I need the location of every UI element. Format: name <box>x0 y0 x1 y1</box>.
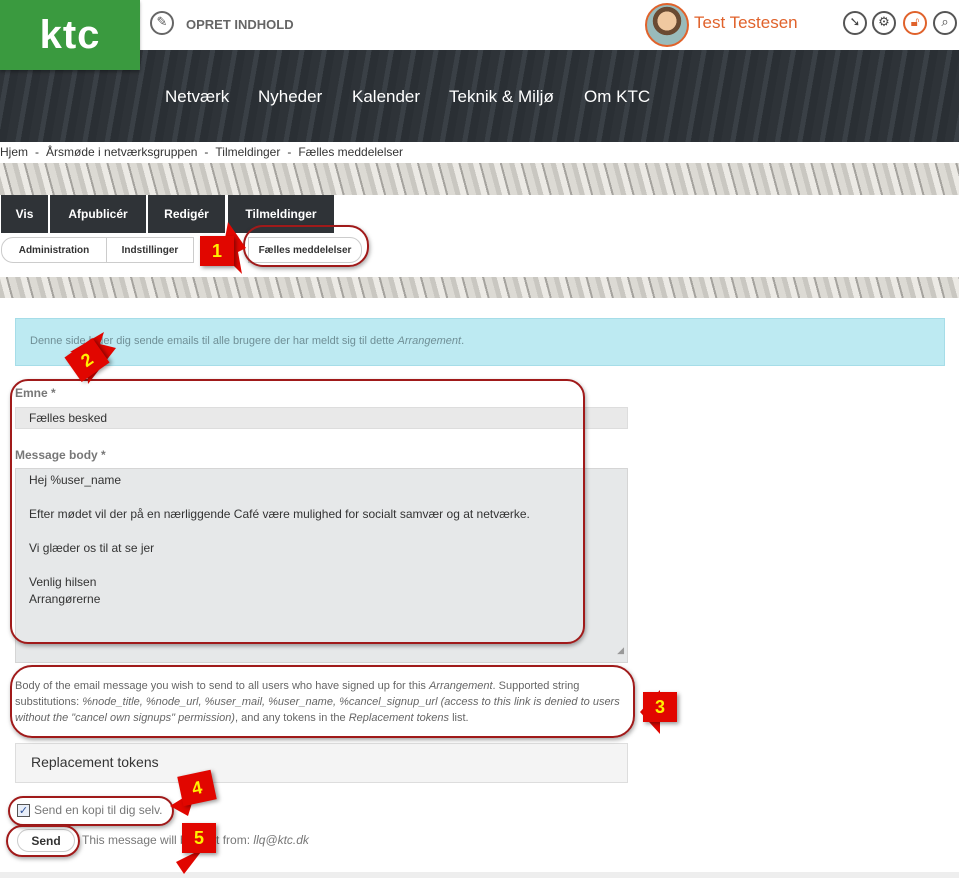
ktc-logo[interactable]: ktc <box>0 0 140 70</box>
annotation-badge-3: 3 <box>643 692 677 722</box>
annotation-badge-5: 5 <box>182 823 216 853</box>
annotation-arrows <box>70 222 660 874</box>
annotation-badge-1: 1 <box>200 236 234 266</box>
